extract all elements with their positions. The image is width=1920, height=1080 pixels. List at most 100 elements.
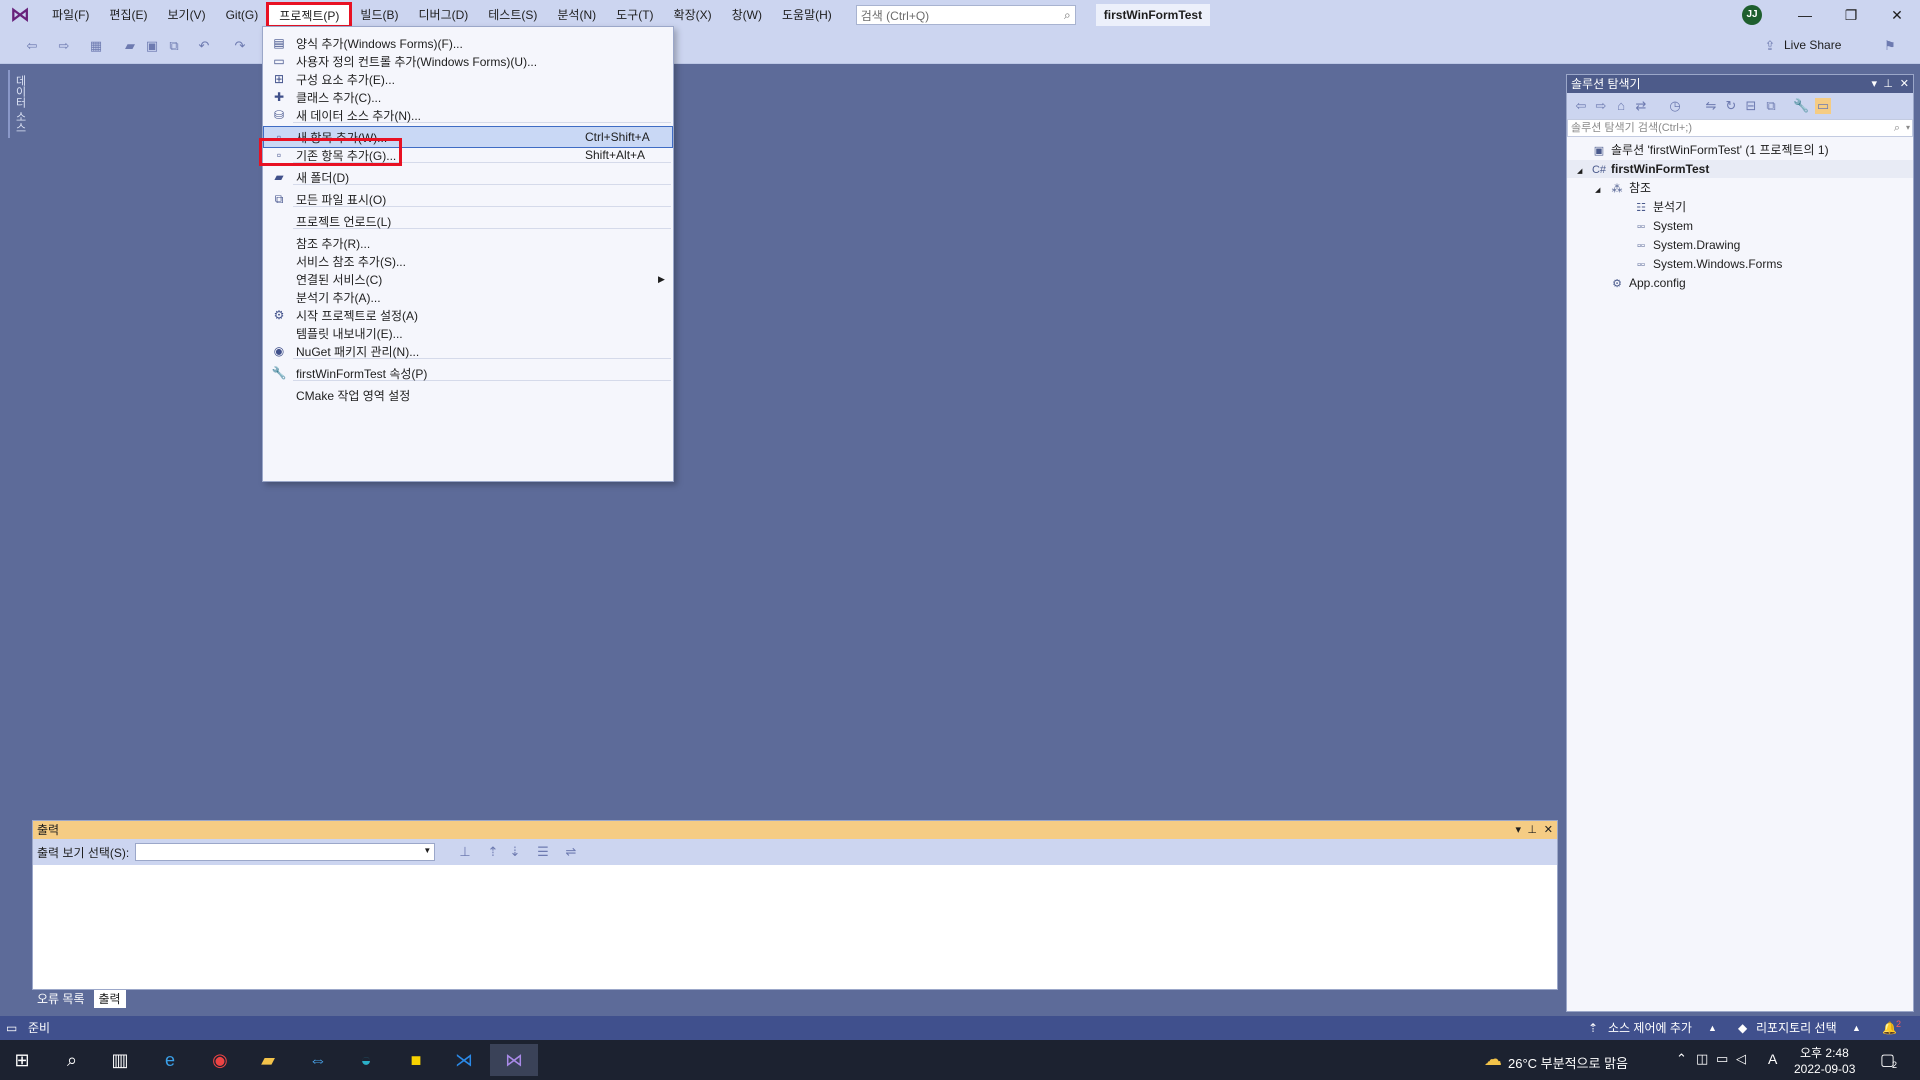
internet-explorer-icon[interactable]: e (154, 1044, 186, 1076)
expand-arrow-icon[interactable]: ◢ (1577, 163, 1591, 181)
expand-arrow-icon[interactable]: ◢ (1595, 182, 1609, 200)
menu-item[interactable]: 디버그(D) (408, 4, 478, 26)
tree-node[interactable]: ▫▫ System.Drawing (1619, 236, 1740, 254)
volume-icon[interactable]: ◁ (1736, 1051, 1746, 1067)
save-all-icon[interactable]: ⧉ (166, 38, 182, 54)
menu-item[interactable]: 도움말(H) (772, 4, 842, 26)
camera-icon[interactable]: ◫ (1696, 1051, 1708, 1067)
pending-changes-filter-icon[interactable]: ◷ (1667, 98, 1683, 114)
account-avatar[interactable]: JJ (1742, 5, 1762, 25)
panel-menu-icon[interactable]: ▾ (1515, 821, 1521, 839)
vscode-icon[interactable]: ⋊ (448, 1044, 480, 1076)
live-share-button[interactable]: Live Share (1784, 38, 1841, 52)
kakaotalk-icon[interactable]: ■ (400, 1044, 432, 1076)
notification-bell-icon[interactable]: 🔔 (1882, 1016, 1897, 1040)
home-icon[interactable]: ⌂ (1613, 98, 1629, 114)
minimize-button[interactable]: — (1782, 0, 1828, 30)
tree-node[interactable]: ▫▫ System (1619, 217, 1693, 235)
close-button[interactable]: ✕ (1874, 0, 1920, 30)
project-menu-item[interactable]: 🔧 firstWinFormTest 속성(P) (263, 362, 673, 384)
restore-button[interactable]: ❐ (1828, 0, 1874, 30)
undo-icon[interactable]: ↶ (196, 38, 212, 54)
references-icon: ⁂ (1611, 183, 1623, 195)
collapse-all-icon[interactable]: ⊟ (1743, 98, 1759, 114)
prev-message-icon[interactable]: ⇡ (485, 844, 501, 860)
menu-item[interactable]: 창(W) (722, 4, 772, 26)
panel-menu-icon[interactable]: ▾ (1871, 75, 1877, 93)
menu-item-label: 새 데이터 소스 추가(N)... (296, 108, 421, 123)
project-menu-item[interactable]: ▰ 새 폴더(D) (263, 166, 673, 188)
find-message-icon[interactable]: ⊥ (457, 844, 473, 860)
tree-node[interactable]: ⚙ App.config (1595, 274, 1686, 292)
forward-icon[interactable]: ⇨ (56, 38, 72, 54)
search-options-icon[interactable]: ▾ (1906, 120, 1910, 136)
clock-time[interactable]: 오후 2:48 (1800, 1044, 1849, 1061)
forward-icon[interactable]: ⇨ (1593, 98, 1609, 114)
pin-icon[interactable]: ⊥ (1527, 821, 1537, 839)
menu-item[interactable]: 도구(T) (606, 4, 663, 26)
menu-item[interactable]: 확장(X) (664, 4, 722, 26)
properties-wrench-icon[interactable]: 🔧 (1793, 98, 1809, 114)
clear-all-icon[interactable]: ☰ (535, 844, 551, 860)
menu-item[interactable]: 분석(N) (547, 4, 606, 26)
project-menu-item[interactable]: 프로젝트 언로드(L) (263, 210, 673, 232)
back-icon[interactable]: ⇦ (24, 38, 40, 54)
tree-node[interactable]: ☷ 분석기 (1619, 198, 1686, 216)
preview-selected-icon[interactable]: ▭ (1815, 98, 1831, 114)
status-icon: ▭ (6, 1021, 18, 1035)
menu-item[interactable]: 보기(V) (157, 4, 215, 26)
pin-icon[interactable]: ⊥ (1883, 75, 1893, 93)
edge-icon[interactable]: ◒ (350, 1044, 382, 1076)
close-icon[interactable]: ✕ (1544, 821, 1553, 839)
bottom-tab[interactable]: 출력 (93, 990, 126, 1008)
menu-item[interactable]: 테스트(S) (478, 4, 547, 26)
word-wrap-icon[interactable]: ⇌ (563, 844, 579, 860)
ime-indicator[interactable]: A (1768, 1051, 1777, 1067)
bottom-tab[interactable]: 오류 목록 (32, 990, 90, 1008)
save-icon[interactable]: ▣ (144, 38, 160, 54)
sync-icon[interactable]: ⇋ (1703, 98, 1719, 114)
project-menu-item[interactable]: ◉ NuGet 패키지 관리(N)... (263, 340, 673, 362)
project-menu-item[interactable]: CMake 작업 영역 설정 (263, 384, 673, 406)
menu-item[interactable]: 빌드(B) (350, 4, 408, 26)
tree-node[interactable]: ◢ ⁂ 참조 (1595, 179, 1651, 197)
clock-date[interactable]: 2022-09-03 (1794, 1062, 1855, 1076)
next-message-icon[interactable]: ⇣ (507, 844, 523, 860)
select-repository-button[interactable]: 리포지토리 선택 (1756, 1016, 1837, 1040)
project-menu-item[interactable]: ⧉ 모든 파일 표시(O) (263, 188, 673, 210)
switch-views-icon[interactable]: ⇄ (1633, 98, 1649, 114)
show-all-files-icon[interactable]: ⧉ (1763, 98, 1779, 114)
new-project-icon[interactable]: ▦ (88, 38, 104, 54)
tree-node[interactable]: ▫▫ System.Windows.Forms (1619, 255, 1782, 273)
tree-node[interactable]: ◢ C# firstWinFormTest (1567, 160, 1913, 178)
menu-item[interactable]: Git(G) (216, 4, 269, 26)
solution-search-input[interactable]: 솔루션 탐색기 검색(Ctrl+;) ⌕ ▾ (1567, 119, 1913, 137)
refresh-icon[interactable]: ↻ (1723, 98, 1739, 114)
menu-item[interactable]: 편집(E) (99, 4, 157, 26)
visual-studio-taskbar-icon[interactable]: ⋈ (490, 1044, 538, 1076)
open-file-icon[interactable]: ▰ (122, 38, 138, 54)
back-icon[interactable]: ⇦ (1573, 98, 1589, 114)
menu-item[interactable]: 파일(F) (42, 4, 99, 26)
network-icon[interactable]: ▭ (1716, 1051, 1728, 1067)
tree-node[interactable]: ▣ 솔루션 'firstWinFormTest' (1 프로젝트의 1) (1577, 141, 1829, 159)
file-explorer-icon[interactable]: ▰ (252, 1044, 284, 1076)
add-to-source-control-button[interactable]: 소스 제어에 추가 (1608, 1016, 1692, 1040)
redo-icon[interactable]: ↷ (232, 38, 248, 54)
output-source-select[interactable]: ▼ (135, 843, 436, 861)
tray-expand-icon[interactable]: ⌃ (1676, 1051, 1687, 1067)
close-icon[interactable]: ✕ (1900, 75, 1909, 93)
menu-item[interactable]: 프로젝트(P) (266, 2, 353, 28)
data-sources-side-tab[interactable]: 데이터 소스 (8, 70, 28, 138)
feedback-icon[interactable]: ⚑ (1882, 38, 1898, 54)
task-view-icon[interactable]: ▥ (104, 1044, 136, 1076)
weather-text[interactable]: 26°C 부분적으로 맑음 (1508, 1053, 1628, 1072)
search-input[interactable]: 검색 (Ctrl+Q) ⌕ (855, 5, 1076, 25)
visual-studio-logo-icon[interactable]: ⋈ (10, 4, 32, 26)
windows-start-icon[interactable]: ⊞ (6, 1044, 38, 1076)
status-bar: ▭ 준비 ⇡ 소스 제어에 추가 ▲ ◆ 리포지토리 선택 ▲ 🔔 2 (0, 1016, 1920, 1040)
chrome-icon[interactable]: ◉ (204, 1044, 236, 1076)
search-icon[interactable]: ⌕ (56, 1044, 88, 1076)
teamviewer-icon[interactable]: ⇔ (302, 1044, 334, 1076)
project-menu-item[interactable]: ⛁ 새 데이터 소스 추가(N)... (263, 104, 673, 126)
